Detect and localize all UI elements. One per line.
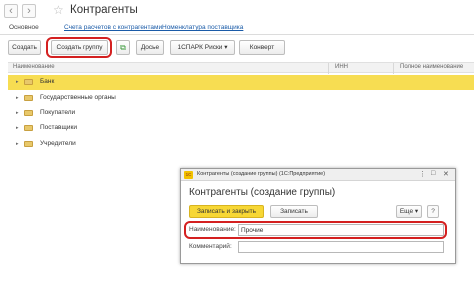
name-field-highlight: [184, 221, 447, 239]
row-label: Учредители: [40, 140, 76, 147]
tab-supplier-nomenclature[interactable]: Номенклатура поставщика: [162, 24, 243, 31]
grid-header: Наименование ИНН Полное наименование: [8, 62, 474, 74]
spark-risks-dropdown[interactable]: 1СПАРК Риски ▾: [170, 40, 235, 55]
table-row[interactable]: ▸ Поставщики: [8, 121, 474, 136]
row-label: Банк: [40, 78, 55, 85]
menu-icon[interactable]: ⋮: [419, 170, 426, 178]
table-row[interactable]: ▸ Учредители: [8, 137, 474, 152]
close-icon[interactable]: ✕: [443, 170, 449, 178]
page-title: Контрагенты: [70, 4, 138, 16]
column-full-name[interactable]: Полное наименование: [400, 64, 463, 70]
row-label: Поставщики: [40, 124, 77, 131]
expand-icon[interactable]: ▸: [16, 95, 19, 101]
1c-logo-icon: 1С: [184, 171, 193, 179]
row-label: Покупатели: [40, 109, 76, 116]
expand-icon[interactable]: ▸: [16, 141, 19, 147]
column-divider: [393, 63, 394, 74]
more-dropdown[interactable]: Еще ▾: [396, 205, 422, 218]
dossier-button[interactable]: Досье: [136, 40, 164, 55]
column-inn[interactable]: ИНН: [335, 64, 348, 70]
expand-icon[interactable]: ▸: [16, 110, 19, 116]
favorite-star-icon[interactable]: ☆: [53, 3, 64, 17]
tab-bar: Основное Счета расчетов с контрагентами …: [0, 22, 474, 35]
folder-icon: [24, 79, 33, 85]
table-row[interactable]: ▸ Банк: [8, 75, 474, 90]
save-button[interactable]: Записать: [270, 205, 318, 218]
forward-button[interactable]: ›: [22, 4, 36, 18]
expand-icon[interactable]: ▸: [16, 125, 19, 131]
dialog-title: Контрагенты (создание группы): [189, 187, 336, 198]
column-name[interactable]: Наименование: [13, 64, 55, 70]
table-row[interactable]: ▸ Государственные органы: [8, 91, 474, 106]
folder-icon: [24, 141, 33, 147]
convert-button[interactable]: Конверт: [239, 40, 285, 55]
maximize-icon[interactable]: □: [431, 170, 435, 177]
tab-settlement-accounts[interactable]: Счета расчетов с контрагентами: [64, 24, 162, 31]
copy-icon[interactable]: ⧉: [116, 40, 130, 55]
folder-icon: [24, 125, 33, 131]
create-group-dialog: 1С Контрагенты (создание группы) (1С:Пре…: [180, 168, 456, 264]
window-titlebar: ‹ › ☆ Контрагенты: [0, 0, 474, 22]
folder-icon: [24, 95, 33, 101]
dialog-titlebar: 1С Контрагенты (создание группы) (1С:Пре…: [181, 169, 455, 181]
table-row[interactable]: ▸ Покупатели: [8, 106, 474, 121]
column-divider: [328, 63, 329, 74]
row-label: Государственные органы: [40, 94, 116, 101]
back-button[interactable]: ‹: [4, 4, 18, 18]
save-and-close-button[interactable]: Записать и закрыть: [189, 205, 264, 218]
create-button[interactable]: Создать: [8, 40, 41, 55]
create-group-highlight: [46, 37, 112, 58]
comment-input[interactable]: [238, 241, 444, 253]
help-button[interactable]: ?: [427, 205, 439, 218]
expand-icon[interactable]: ▸: [16, 79, 19, 85]
comment-label: Комментарий:: [189, 243, 232, 250]
folder-icon: [24, 110, 33, 116]
tab-main[interactable]: Основное: [9, 24, 39, 31]
dialog-window-title: Контрагенты (создание группы) (1С:Предпр…: [197, 171, 326, 177]
